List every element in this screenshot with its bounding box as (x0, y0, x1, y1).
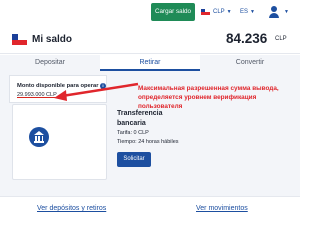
user-icon[interactable] (268, 6, 280, 18)
currency-code: CLP (213, 9, 225, 15)
annotation-text: Максимальная разрешенная сумма вывода, о… (138, 85, 279, 110)
operation-tabs: Depositar Retirar Convertir (0, 55, 300, 71)
currency-selector[interactable]: CLP ▼ (201, 5, 232, 19)
annotation-arrow-icon (54, 82, 139, 101)
chevron-down-icon: ▼ (250, 9, 255, 15)
balance-amount: 84.236 (226, 31, 268, 46)
bank-icon (29, 127, 49, 147)
top-bar: Cargar saldo CLP ▼ ES ▼ ▼ (0, 0, 300, 27)
footer-links: Ver depósitos y retiros Ver movimientos (0, 196, 300, 221)
available-amount-value: 29.993.000 CLP (17, 92, 57, 98)
view-deposits-withdrawals-link[interactable]: Ver depósitos y retiros (37, 205, 106, 212)
view-movements-link[interactable]: Ver movimientos (196, 205, 248, 212)
tab-withdraw[interactable]: Retirar (100, 55, 200, 71)
language-selector[interactable]: ES ▼ (240, 5, 255, 19)
chevron-down-icon: ▼ (226, 9, 232, 15)
load-balance-button[interactable]: Cargar saldo (151, 3, 195, 21)
method-title: Transferencia bancaria (117, 110, 163, 127)
chile-flag-icon (12, 34, 27, 45)
balance-currency: CLP (275, 36, 287, 42)
method-time: Tiempo: 24 horas hábiles (117, 139, 179, 145)
chile-flag-icon (201, 9, 210, 15)
tab-deposit[interactable]: Depositar (0, 55, 100, 71)
method-fee: Tarifa: 0 CLP (117, 130, 149, 136)
chevron-down-icon[interactable]: ▼ (284, 9, 289, 15)
tab-convert[interactable]: Convertir (200, 55, 300, 71)
page-title: Mi saldo (32, 34, 73, 45)
language-code: ES (240, 9, 249, 15)
balance-bar: Mi saldo 84.236 CLP (0, 27, 300, 54)
request-button[interactable]: Solicitar (117, 152, 151, 167)
bank-transfer-card (12, 104, 107, 180)
